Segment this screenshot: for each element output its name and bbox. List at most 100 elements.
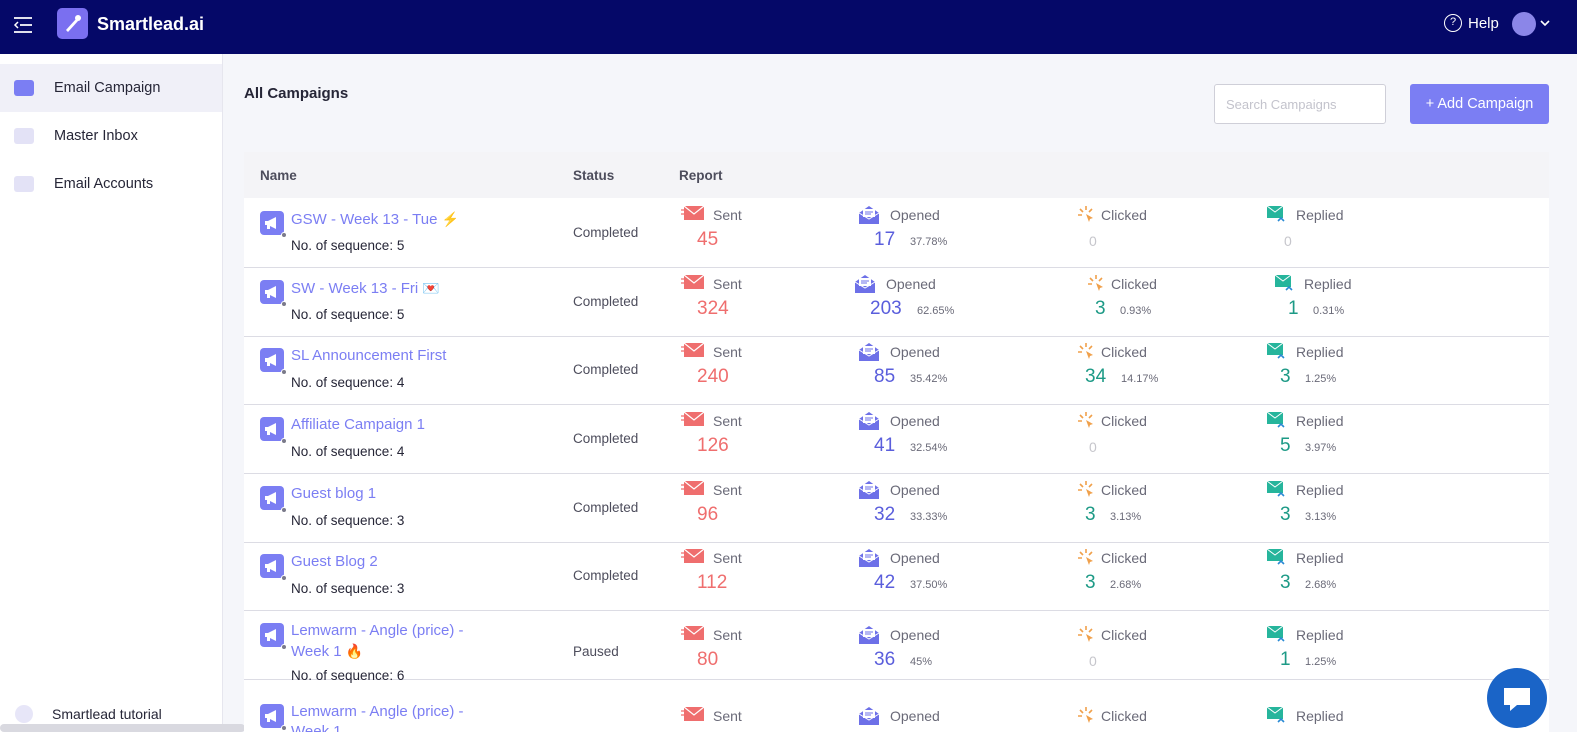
- play-icon: [15, 705, 33, 723]
- click-burst-icon: [1077, 411, 1097, 428]
- status-label: Completed: [573, 500, 639, 515]
- sidebar-item-label: Master Inbox: [54, 128, 138, 144]
- avatar[interactable]: [1512, 12, 1536, 36]
- metric-label: Opened: [890, 413, 940, 429]
- metric-percent: 3.13%: [1110, 511, 1142, 523]
- metric-percent: 32.54%: [910, 442, 948, 454]
- metric-label: Sent: [713, 344, 742, 360]
- sequence-count: No. of sequence: 4: [291, 444, 405, 459]
- campaign-emoji: 💌: [422, 280, 440, 296]
- table-row[interactable]: SL Announcement First No. of sequence: 4 C…: [244, 336, 1549, 405]
- metric-label: Replied: [1296, 550, 1344, 566]
- open-envelope-icon: [858, 411, 880, 430]
- table-row[interactable]: Lemwarm - Angle (price) - Week 1 Sent Open…: [244, 692, 1549, 732]
- metric-label: Opened: [890, 482, 940, 498]
- sidebar-item-email-campaign[interactable]: Email Campaign: [0, 64, 222, 112]
- megaphone-icon: [260, 280, 287, 307]
- envelope-red-icon: [681, 342, 705, 358]
- app-name[interactable]: Smartlead.ai: [97, 14, 204, 35]
- metric-percent: 14.17%: [1121, 373, 1159, 385]
- megaphone-icon: [260, 348, 287, 375]
- metric-label: Sent: [713, 627, 742, 643]
- chevron-down-icon[interactable]: [1540, 19, 1550, 27]
- metric-value: 45: [697, 229, 719, 250]
- metric-value: 0: [1089, 233, 1097, 249]
- chat-button[interactable]: [1487, 668, 1547, 728]
- sidebar-item-email-accounts[interactable]: Email Accounts: [0, 160, 222, 208]
- metric-value: 3: [1280, 504, 1291, 525]
- table-row[interactable]: SW - Week 13 - Fri 💌 No. of sequence: 5 Com…: [244, 268, 1549, 337]
- metric-label: Opened: [890, 550, 940, 566]
- table-row[interactable]: Affiliate Campaign 1 No. of sequence: 4 Co…: [244, 405, 1549, 474]
- metric-label: Clicked: [1111, 276, 1157, 292]
- metric-value: 96: [697, 504, 719, 525]
- menu-collapse-icon[interactable]: [12, 15, 34, 35]
- sidebar-item-master-inbox[interactable]: Master Inbox: [0, 112, 222, 160]
- metric-percent: 37.50%: [910, 579, 948, 591]
- metric-value: 203: [870, 298, 902, 319]
- campaign-name-link[interactable]: SW - Week 13 - Fri 💌: [291, 278, 501, 299]
- table-row[interactable]: Guest Blog 2 No. of sequence: 3 Completed S…: [244, 542, 1549, 611]
- search-input[interactable]: [1214, 84, 1386, 124]
- metric-percent: 1.25%: [1305, 656, 1337, 668]
- click-burst-icon: [1087, 274, 1107, 291]
- metric-label: Replied: [1296, 627, 1344, 643]
- metric-percent: 1.25%: [1305, 373, 1337, 385]
- open-envelope-icon: [858, 548, 880, 567]
- campaigns-table: Name Status Report GSW - Week 13 - Tue ⚡ N…: [244, 152, 1549, 732]
- metric-label: Clicked: [1101, 207, 1147, 223]
- open-envelope-icon: [858, 625, 880, 644]
- metric-value: 1: [1280, 649, 1291, 670]
- reply-envelope-icon: [1266, 411, 1286, 428]
- metric-label: Opened: [890, 627, 940, 643]
- metric-label: Clicked: [1101, 550, 1147, 566]
- metric-value: 112: [697, 572, 728, 593]
- help-link[interactable]: ? Help: [1444, 14, 1499, 32]
- reply-envelope-icon: [1274, 274, 1294, 291]
- metric-value: 3: [1085, 572, 1096, 593]
- campaign-name-link[interactable]: Guest Blog 2: [291, 552, 501, 572]
- horizontal-scrollbar[interactable]: [0, 724, 245, 732]
- table-row[interactable]: GSW - Week 13 - Tue ⚡ No. of sequence: 5 Co…: [244, 199, 1549, 268]
- envelope-red-icon: [681, 411, 705, 427]
- megaphone-icon: [260, 417, 287, 444]
- metric-value: 3: [1280, 366, 1291, 387]
- campaign-name-link[interactable]: Lemwarm - Angle (price) - Week 1: [291, 702, 501, 732]
- metric-percent: 62.65%: [917, 305, 955, 317]
- open-envelope-icon: [858, 706, 880, 725]
- metric-percent: 35.42%: [910, 373, 948, 385]
- sidebar-item-tutorial[interactable]: Smartlead tutorial: [0, 699, 222, 727]
- metric-value: 0: [1089, 653, 1097, 669]
- megaphone-icon: [260, 486, 287, 513]
- table-row[interactable]: Guest blog 1 No. of sequence: 3 Completed S…: [244, 474, 1549, 543]
- help-circle-icon: ?: [1444, 14, 1462, 32]
- sidebar: Email Campaign Master Inbox Email Accoun…: [0, 54, 223, 732]
- table-row[interactable]: Lemwarm - Angle (price) - Week 1 🔥 No. of …: [244, 611, 1549, 683]
- campaign-name-link[interactable]: Guest blog 1: [291, 484, 501, 504]
- metric-value: 240: [697, 366, 729, 387]
- sequence-count: No. of sequence: 3: [291, 581, 405, 596]
- campaign-name-link[interactable]: SL Announcement First: [291, 346, 501, 366]
- add-campaign-button[interactable]: + Add Campaign: [1410, 84, 1549, 124]
- reply-envelope-icon: [1266, 480, 1286, 497]
- click-burst-icon: [1077, 706, 1097, 723]
- open-envelope-icon: [858, 480, 880, 499]
- logo-icon[interactable]: [57, 8, 88, 39]
- campaign-name-link[interactable]: Affiliate Campaign 1: [291, 415, 501, 435]
- metric-value: 324: [697, 298, 729, 319]
- campaign-name-link[interactable]: GSW - Week 13 - Tue ⚡: [291, 209, 501, 230]
- metric-value: 126: [697, 435, 729, 456]
- help-label: Help: [1468, 14, 1499, 32]
- campaign-name-link[interactable]: Lemwarm - Angle (price) - Week 1 🔥: [291, 621, 501, 662]
- reply-envelope-icon: [1266, 706, 1286, 723]
- click-burst-icon: [1077, 480, 1097, 497]
- metric-label: Sent: [713, 482, 742, 498]
- metric-value: 3: [1280, 572, 1291, 593]
- status-label: Completed: [573, 362, 639, 377]
- metric-value: 34: [1085, 366, 1107, 387]
- metric-label: Replied: [1296, 207, 1344, 223]
- tutorial-label: Smartlead tutorial: [52, 706, 162, 722]
- reply-envelope-icon: [1266, 548, 1286, 565]
- inbox-icon: [14, 128, 34, 144]
- envelope-red-icon: [681, 548, 705, 564]
